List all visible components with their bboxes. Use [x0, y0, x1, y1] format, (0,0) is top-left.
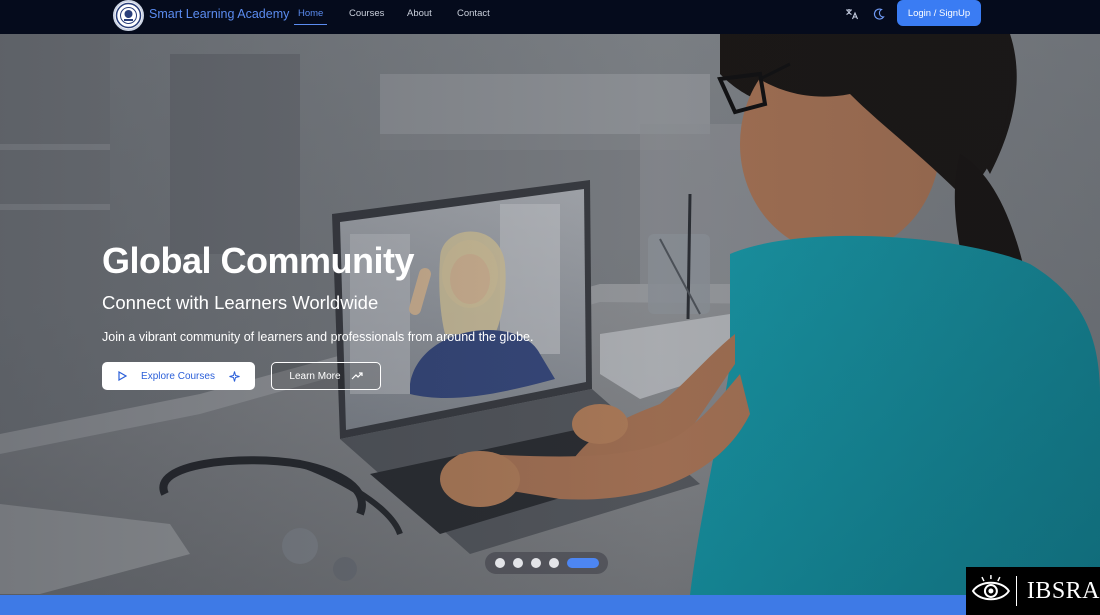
- explore-courses-label: Explore Courses: [141, 370, 215, 382]
- eye-logo-icon: [971, 575, 1011, 601]
- watermark-divider: [1015, 576, 1017, 606]
- logo-emblem-icon: [115, 2, 142, 29]
- sparkle-icon: [229, 370, 240, 382]
- hero-carousel: Global Community Connect with Learners W…: [0, 34, 1100, 595]
- next-section-edge: [0, 595, 1100, 615]
- top-navbar: Smart Learning Academy Home Courses Abou…: [0, 0, 1100, 34]
- carousel-dot-2[interactable]: [513, 558, 523, 568]
- nav-link-contact[interactable]: Contact: [457, 8, 490, 19]
- play-icon: [118, 371, 128, 381]
- learn-more-button[interactable]: Learn More: [271, 362, 381, 390]
- nav-link-about[interactable]: About: [407, 8, 432, 19]
- learn-more-label: Learn More: [289, 370, 341, 382]
- watermark-badge: IBSRA: [966, 567, 1100, 615]
- moon-icon[interactable]: [872, 7, 886, 21]
- hero-dark-overlay: [0, 34, 1100, 595]
- carousel-indicators: [485, 552, 608, 574]
- trending-up-icon: [351, 372, 363, 380]
- brand-name[interactable]: Smart Learning Academy: [149, 7, 289, 21]
- carousel-dot-3[interactable]: [531, 558, 541, 568]
- carousel-dot-5-active[interactable]: [567, 558, 599, 568]
- nav-link-home[interactable]: Home: [293, 8, 328, 25]
- hero-subtitle: Connect with Learners Worldwide: [102, 292, 379, 313]
- hero-description: Join a vibrant community of learners and…: [102, 330, 534, 344]
- explore-courses-button[interactable]: Explore Courses: [102, 362, 255, 390]
- carousel-dot-4[interactable]: [549, 558, 559, 568]
- login-signup-button[interactable]: Login / SignUp: [897, 0, 981, 26]
- nav-link-courses[interactable]: Courses: [349, 8, 384, 19]
- carousel-dot-1[interactable]: [495, 558, 505, 568]
- watermark-text: IBSRA: [1026, 577, 1100, 604]
- translate-icon[interactable]: [845, 7, 859, 21]
- academy-logo[interactable]: [113, 0, 144, 31]
- hero-title: Global Community: [102, 240, 415, 281]
